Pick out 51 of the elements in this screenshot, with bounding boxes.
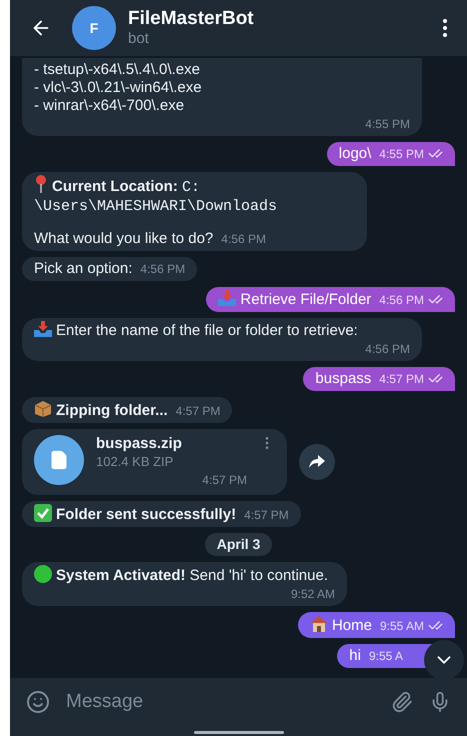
message-text: - tsetup\-x64\.5\.4\.0\.exe [34,61,201,79]
message-text: logo\ [338,145,372,163]
emoji-icon[interactable] [26,690,50,714]
message-time: 9:55 A [368,648,403,665]
chat-subtitle: bot [128,30,150,48]
checkmark-icon [34,504,52,522]
message-field[interactable]: Message [66,688,375,716]
message-time: 9:55 AM [380,618,424,635]
message-text: Enter the name of the file or folder to retrieve: [34,321,358,340]
message-time: 4:56 PM [221,231,266,248]
file-size: 102.4 KB ZIP [96,453,174,471]
inbox-icon [34,321,52,337]
message-time: 4:56 PM [379,292,424,309]
message-text: buspass [315,370,372,388]
message-time: 4:55 PM [365,116,410,133]
pin-icon [34,175,48,193]
bot-avatar: F [72,6,116,50]
attach-icon[interactable] [391,691,413,713]
inbox-icon [218,290,236,306]
message-text: Pick an option: [34,260,132,278]
scroll-down-button[interactable] [424,640,464,680]
circle-icon [34,565,52,583]
more-button[interactable] [443,19,447,37]
date-chip: April 3 [204,533,272,556]
file-icon [34,435,84,485]
house-icon [310,615,328,633]
message-time: 4:57 PM [202,472,247,489]
message-time: 4:56 PM [140,262,186,276]
message-text: Home [310,615,372,635]
package-icon [34,400,52,418]
more-icon [443,19,447,37]
message-text: What would you like to do? [34,230,214,248]
message-time: 4:57 PM [176,404,220,418]
message-text: Current Location: C: \Users\MAHESHWARI\Downloads [34,175,355,216]
message-time: 4:57 PM [244,508,289,522]
chat-title: FileMasterBot [128,8,255,30]
file-name: buspass.zip [96,435,183,453]
forward-icon [309,455,325,469]
message-time: 4:57 PM [379,371,424,388]
message-text: hi [349,647,361,665]
message-text: System Activated! Send 'hi' to continue. [34,565,328,585]
message-text: Zipping folder... [34,400,168,420]
message-time: 9:52 AM [290,587,335,601]
message-text: Retrieve File/Folder [218,290,372,309]
forward-button[interactable] [299,444,335,480]
message-text: - vlc\-3\.0\.21\-win64\.exe [34,79,203,97]
message-time: 4:56 PM [365,342,410,356]
message-bar[interactable]: Message [10,678,467,726]
message-text: - winrar\-x64\-700\.exe [34,97,186,115]
message-time: 4:55 PM [379,146,424,163]
message-text: Folder sent successfully! [34,504,236,524]
